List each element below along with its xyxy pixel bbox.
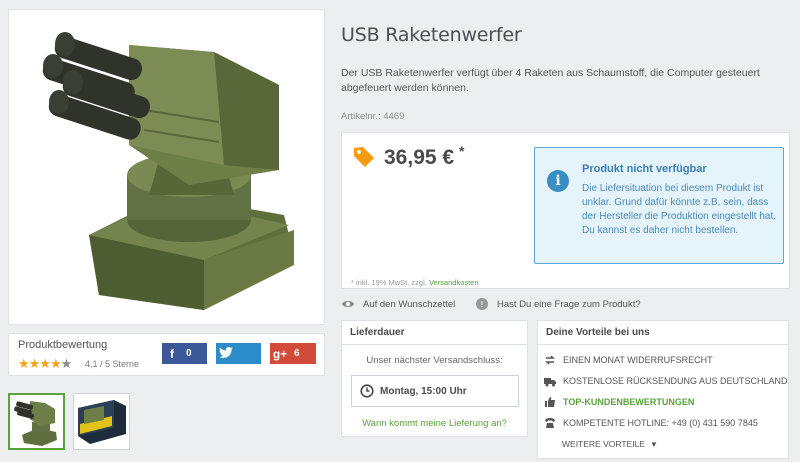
facebook-count: 0 (186, 348, 192, 359)
question-link[interactable]: ! Hast Du eine Frage zum Produkt? (475, 297, 641, 311)
price-footnote-marker: * (459, 143, 465, 159)
advantage-label: Kostenlose Rücksendung aus Deutschland (563, 376, 788, 386)
delivery-time: Montag, 15:00 Uhr (380, 385, 467, 397)
alert-text: Die Liefersituation bei diesem Produkt i… (582, 183, 776, 236)
price-tag-icon (353, 146, 375, 173)
google-plus-share-button[interactable]: g+ 6 (270, 343, 316, 364)
twitter-share-button[interactable] (216, 343, 261, 364)
thumbnail-box-image (78, 400, 126, 444)
product-description: Der USB Raketenwerfer verfügt über 4 Rak… (341, 67, 760, 94)
rating-stars: ★★★★★ (18, 356, 73, 372)
wishlist-link[interactable]: Auf den Wunschzettel (341, 297, 455, 311)
delivery-info-link[interactable]: Wann kommt meine Lieferung an? (342, 418, 527, 429)
advantages-panel: Deine Vorteile bei uns Einen Monat Wider… (537, 320, 789, 437)
delivery-panel: Lieferdauer Unser nächster Versandschlus… (341, 320, 528, 437)
advantage-item: Kostenlose Rücksendung aus Deutschland (544, 375, 788, 387)
product-title: USB Raketenwerfer (341, 24, 522, 46)
product-image[interactable] (8, 9, 325, 325)
delivery-time-box: Montag, 15:00 Uhr (351, 375, 519, 407)
thumbnail-launcher-image (14, 401, 57, 446)
google-plus-count: 6 (294, 348, 300, 359)
twitter-icon (216, 346, 236, 361)
shipping-costs-link[interactable]: Versandkosten (429, 278, 479, 287)
clock-icon (360, 384, 374, 398)
question-label: Hast Du eine Frage zum Produkt? (497, 298, 641, 310)
price-box: 36,95 € * i Produkt nicht verfügbar Die … (341, 132, 790, 289)
exchange-icon (545, 355, 555, 365)
rating-text: 4,1 / 5 Sterne (85, 359, 140, 369)
product-rating: Produktbewertung ★★★★★ 4,1 / 5 Sterne f … (8, 333, 325, 376)
more-advantages-row: Weitere Vorteile ▼ (537, 431, 789, 459)
truck-icon (544, 378, 556, 387)
facebook-icon: f (170, 346, 174, 361)
wishlist-label: Auf den Wunschzettel (363, 298, 456, 310)
thumbnail-1[interactable] (8, 393, 65, 450)
star-icon: ★★★★ (18, 356, 62, 371)
star-empty-icon: ★ (60, 356, 73, 371)
more-advantages-button[interactable]: Weitere Vorteile ▼ (562, 439, 658, 449)
vat-text: * inkl. 19% MwSt. zzgl. (351, 278, 427, 287)
availability-alert: i Produkt nicht verfügbar Die Liefersitu… (534, 147, 784, 264)
delivery-label: Unser nächster Versandschluss: (366, 355, 503, 366)
delivery-title: Lieferdauer (342, 321, 527, 345)
advantage-item: Kompetente Hotline: +49 (0) 431 590 7845 (544, 417, 758, 429)
thumbnail-2[interactable] (73, 393, 130, 450)
advantage-item: Top-Kundenbewertungen (544, 396, 694, 408)
caret-down-icon: ▼ (649, 439, 658, 449)
alert-title: Produkt nicht verfügbar (582, 163, 707, 175)
product-price: 36,95 € (384, 146, 455, 169)
google-plus-icon: g+ (272, 346, 288, 361)
eye-icon (342, 301, 354, 307)
vat-note: * inkl. 19% MwSt. zzgl. Versandkosten (351, 278, 479, 287)
advantage-label: Einen Monat Widerrufsrecht (563, 355, 713, 365)
info-icon: i (547, 170, 569, 192)
missile-launcher-illustration (42, 32, 294, 310)
thumbs-up-icon (545, 397, 555, 407)
phone-icon (545, 418, 555, 428)
rating-title: Produktbewertung (18, 339, 108, 351)
advantage-label: Top-Kundenbewertungen (563, 397, 695, 407)
article-number: Artikelnr.: 4469 (341, 111, 405, 122)
facebook-share-button[interactable]: f 0 (162, 343, 207, 364)
advantage-item: Einen Monat Widerrufsrecht (544, 354, 713, 366)
advantage-label: Kompetente Hotline: +49 (0) 431 590 7845 (563, 418, 758, 428)
more-advantages-label: Weitere Vorteile (562, 439, 645, 449)
question-icon: ! (476, 298, 488, 310)
advantages-title: Deine Vorteile bei uns (538, 321, 788, 345)
svg-text:!: ! (480, 300, 483, 309)
